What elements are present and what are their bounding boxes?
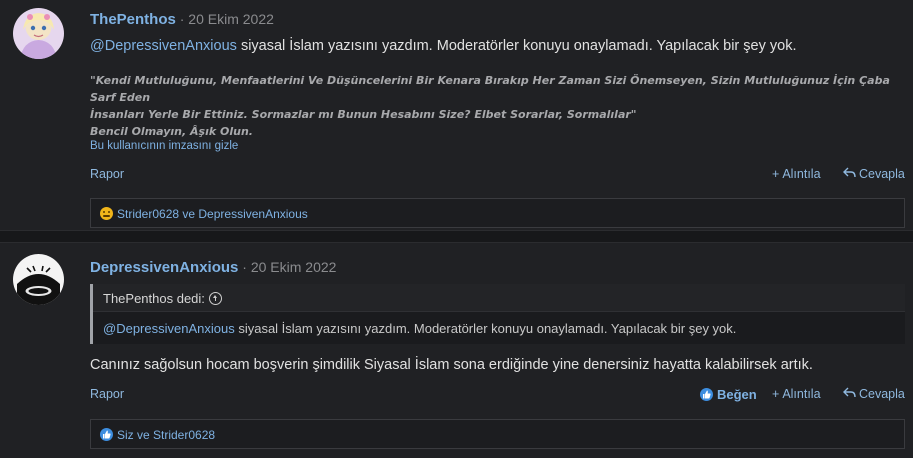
sad-emoji-icon [100, 207, 113, 220]
separator: · [242, 259, 247, 275]
quote-body: @DepressivenAnxious siyasal İslam yazısı… [103, 321, 736, 336]
reply-arrow-icon [843, 167, 856, 181]
blockquote: ThePenthos dedi: @DepressivenAnxious siy… [90, 284, 905, 344]
reactions-bar[interactable]: Siz ve Strider0628 [90, 419, 905, 449]
report-link[interactable]: Rapor [90, 387, 124, 401]
go-to-quote-icon[interactable] [208, 292, 222, 305]
post-header: ThePenthos · 20 Ekim 2022 [90, 11, 274, 28]
quote-button[interactable]: + Alıntıla [772, 387, 821, 401]
username-link[interactable]: ThePenthos [90, 11, 176, 28]
username-link[interactable]: DepressivenAnxious [90, 259, 238, 276]
post-header: DepressivenAnxious · 20 Ekim 2022 [90, 259, 336, 276]
hide-signature-link[interactable]: Bu kullanıcının imzasını gizle [90, 140, 238, 152]
post-message: @DepressivenAnxious siyasal İslam yazısı… [90, 38, 796, 54]
mention-link[interactable]: @DepressivenAnxious [90, 38, 237, 54]
report-link[interactable]: Rapor [90, 167, 124, 181]
avatar-depressivenanxious[interactable] [13, 254, 64, 305]
plus-icon: + [772, 167, 780, 181]
like-icon [100, 428, 113, 441]
reply-label: Cevapla [859, 167, 905, 181]
quote-label: Alıntıla [782, 387, 821, 401]
reactions-bar[interactable]: Strider0628 ve DepressivenAnxious [90, 198, 905, 228]
quote-button[interactable]: + Alıntıla [772, 167, 821, 181]
quote-text: siyasal İslam yazısını yazdım. Moderatör… [238, 321, 737, 336]
post-thepenthos: ThePenthos · 20 Ekim 2022 @DepressivenAn… [0, 0, 913, 231]
like-button[interactable]: Beğen [700, 387, 757, 402]
reply-label: Cevapla [859, 387, 905, 401]
separator: · [179, 11, 185, 27]
quote-header: ThePenthos dedi: [93, 284, 905, 312]
reply-arrow-icon [843, 387, 856, 401]
like-icon [700, 388, 713, 401]
signature-quote-line: "Kendi Mutluluğunu, Menfaatlerini Ve Düş… [90, 74, 890, 104]
post-message: Canınız sağolsun hocam boşverin şimdilik… [90, 357, 813, 373]
post-date[interactable]: 20 Ekim 2022 [188, 11, 274, 27]
post-actions: Rapor Beğen + Alıntıla Cevapla [90, 387, 905, 407]
quote-label: Alıntıla [782, 167, 821, 181]
reply-button[interactable]: Cevapla [843, 167, 905, 181]
avatar-thepenthos[interactable] [13, 8, 64, 59]
signature-quote-line: İnsanları Yerle Bir Ettiniz. Sormazlar m… [90, 108, 637, 121]
message-text: siyasal İslam yazısını yazdım. Moderatör… [240, 38, 797, 54]
reactions-text[interactable]: Strider0628 ve DepressivenAnxious [117, 207, 308, 221]
post-depressivenanxious: DepressivenAnxious · 20 Ekim 2022 ThePen… [0, 242, 913, 458]
reactions-text[interactable]: Siz ve Strider0628 [117, 428, 215, 442]
signature: "Kendi Mutluluğunu, Menfaatlerini Ve Düş… [90, 72, 890, 123]
post-actions: Rapor + Alıntıla Cevapla [90, 167, 905, 187]
plus-icon: + [772, 387, 780, 401]
post-date[interactable]: 20 Ekim 2022 [251, 259, 337, 275]
quote-mention-link[interactable]: @DepressivenAnxious [103, 321, 235, 336]
quote-author[interactable]: ThePenthos dedi: [103, 291, 205, 306]
signature-motto: Bencil Olmayın, Âşık Olun. [90, 125, 253, 138]
reply-button[interactable]: Cevapla [843, 387, 905, 401]
like-label: Beğen [717, 387, 757, 402]
